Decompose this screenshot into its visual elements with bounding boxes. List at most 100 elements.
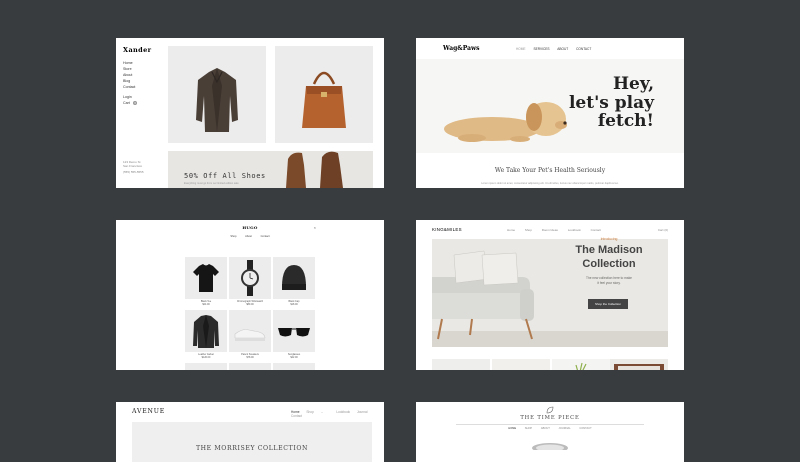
product-caption: Leather Jacket $120.00 (185, 353, 227, 359)
cart-link[interactable]: Cart (0) (658, 228, 668, 232)
top-menu: Home Shop ⌄ Lookbook Journal Contact (291, 410, 384, 418)
product-tile-bag[interactable] (275, 46, 373, 143)
product-image-watch[interactable] (229, 257, 271, 299)
category-tile[interactable] (552, 359, 610, 370)
leather-jacket-image (196, 68, 238, 132)
nav-item-cart[interactable]: Cart 0 (123, 100, 137, 106)
template-card-kingmiles[interactable]: KING&MILES Home Shop Room Ideas Lookbook… (416, 220, 684, 370)
product-image-sneakers[interactable] (229, 310, 271, 352)
menu-item-contact[interactable]: Contact (261, 235, 270, 238)
menu-item-journal[interactable]: JOURNAL (559, 427, 571, 430)
menu-item-lookbook[interactable]: Lookbook (336, 410, 350, 414)
menu-item-home[interactable]: Home (507, 228, 515, 232)
menu-item-about[interactable]: About (245, 235, 252, 238)
puppy-image (444, 102, 567, 142)
nav-item-contact[interactable]: Contact (123, 84, 137, 90)
menu-item-shop-label: Shop (306, 410, 314, 414)
shelf-image (614, 364, 664, 370)
product-price: $42.00 (290, 356, 298, 360)
top-menu: HOME SHOP ABOUT JOURNAL CONTACT (416, 427, 684, 430)
site-logo: THE TIME PIECE (520, 415, 580, 421)
menu-item-shop[interactable]: Shop ⌄ (306, 410, 329, 414)
menu-item-home[interactable]: HOME (516, 47, 526, 51)
menu-item-services[interactable]: SERVICES (533, 47, 549, 51)
product-caption: Black Cap $18.00 (273, 300, 315, 306)
product-tile-jacket[interactable] (168, 46, 266, 143)
cart-label: Cart (123, 101, 130, 105)
product-image-sunglasses[interactable] (273, 310, 315, 352)
promo-banner[interactable]: 50% Off All Shoes Everything must go fro… (168, 151, 373, 188)
watch-icon (241, 260, 259, 296)
menu-item-contact[interactable]: CONTACT (579, 427, 591, 430)
product-image-row3[interactable] (229, 363, 271, 370)
sneaker-icon (234, 329, 266, 341)
hero-title: THE MORRISEY COLLECTION (195, 445, 309, 452)
product-image-row3[interactable] (185, 363, 227, 370)
menu-item-contact[interactable]: Contact (291, 414, 302, 418)
category-tile[interactable] (432, 359, 490, 370)
hero-line-1: Hey, (612, 74, 654, 94)
shoes-image (286, 151, 343, 188)
hero-description: The new collection here to make it feel … (569, 276, 649, 285)
top-menu: HOME SERVICES ABOUT CONTACT (516, 47, 598, 51)
section-body: Lorem ipsum dolor sit amet, consectetur … (481, 182, 619, 185)
product-price: $18.00 (290, 303, 298, 307)
hero-kicker: Introducing (600, 237, 618, 241)
menu-item-shop[interactable]: Shop (525, 228, 532, 232)
hero-headline: The Madison Collection (569, 244, 649, 271)
menu-item-about[interactable]: ABOUT (557, 47, 568, 51)
plant-image (575, 362, 587, 370)
product-caption: Patent Sneakers $78.00 (229, 353, 271, 359)
beanie-icon (282, 265, 306, 290)
sidebar-footer: 123 Demo St San Francisco (555) 555-5555 (123, 160, 144, 175)
category-tile[interactable] (492, 359, 550, 370)
template-card-avenue[interactable]: AVENUE Home Shop ⌄ Lookbook Journal Cont… (116, 402, 384, 462)
hero-banner: Hey, let's play fetch! (416, 59, 684, 153)
menu-item-shop[interactable]: Shop (230, 235, 236, 238)
product-caption: Sunglasses $42.00 (273, 353, 315, 359)
close-icon[interactable]: × (314, 225, 316, 230)
site-logo: KING&MILES (432, 227, 462, 232)
sidebar-nav: Home Store About Blog Contact Login Cart… (123, 60, 137, 106)
menu-item-lookbook[interactable]: Lookbook (568, 228, 581, 232)
template-card-wagpaws[interactable]: Wag&Paws HOME SERVICES ABOUT CONTACT Hey… (416, 38, 684, 188)
menu-item-contact[interactable]: Contact (591, 228, 601, 232)
site-logo: HUGO (242, 225, 258, 230)
top-menu: Home Shop Room Ideas Lookbook Contact (507, 228, 610, 232)
menu-item-contact[interactable]: CONTACT (576, 47, 591, 51)
site-logo: Xander (123, 46, 152, 54)
product-image-row3[interactable] (273, 363, 315, 370)
product-price: $120.00 (201, 356, 211, 360)
menu-item-room-ideas[interactable]: Room Ideas (542, 228, 558, 232)
category-tile[interactable] (610, 359, 668, 370)
product-image-cap[interactable] (273, 257, 315, 299)
sunglasses-icon (278, 328, 310, 337)
template-card-timepiece[interactable]: THE TIME PIECE HOME SHOP ABOUT JOURNAL C… (416, 402, 684, 462)
hero-line-3: fetch! (597, 111, 654, 131)
section-subtitle: We Take Your Pet's Health Seriously (494, 167, 606, 174)
footer-phone: (555) 555-5555 (123, 170, 144, 175)
menu-item-home[interactable]: HOME (508, 427, 516, 430)
product-image-tee[interactable] (185, 257, 227, 299)
hero-headline: Hey, let's play fetch! (564, 75, 654, 131)
menu-item-journal[interactable]: Journal (357, 410, 367, 414)
template-card-xander[interactable]: Xander Home Store About Blog Contact Log… (116, 38, 384, 188)
hero-line-2: let's play (568, 92, 654, 113)
hero-line-2: Collection (582, 257, 636, 270)
tshirt-icon (193, 264, 219, 292)
menu-item-about[interactable]: ABOUT (541, 427, 550, 430)
watch-image (532, 443, 568, 450)
site-logo: Wag&Paws (443, 45, 480, 52)
menu-item-shop[interactable]: SHOP (525, 427, 532, 430)
template-card-hugo[interactable]: HUGO × Shop About Contact Black Tee $24.0… (116, 220, 384, 370)
product-price: $89.00 (246, 303, 254, 307)
promo-subtitle: Everything must go from our limited edit… (184, 182, 239, 185)
product-price: $78.00 (246, 356, 254, 360)
product-caption: Black Tee $24.00 (185, 300, 227, 306)
product-image-jacket[interactable] (185, 310, 227, 352)
hero-line-1: The Madison (575, 244, 643, 256)
chevron-down-icon: ⌄ (320, 410, 324, 414)
footer-city: San Francisco (123, 164, 143, 169)
shop-collection-button[interactable]: Shop the Collection (588, 299, 628, 309)
cart-count-badge: 0 (132, 101, 137, 106)
